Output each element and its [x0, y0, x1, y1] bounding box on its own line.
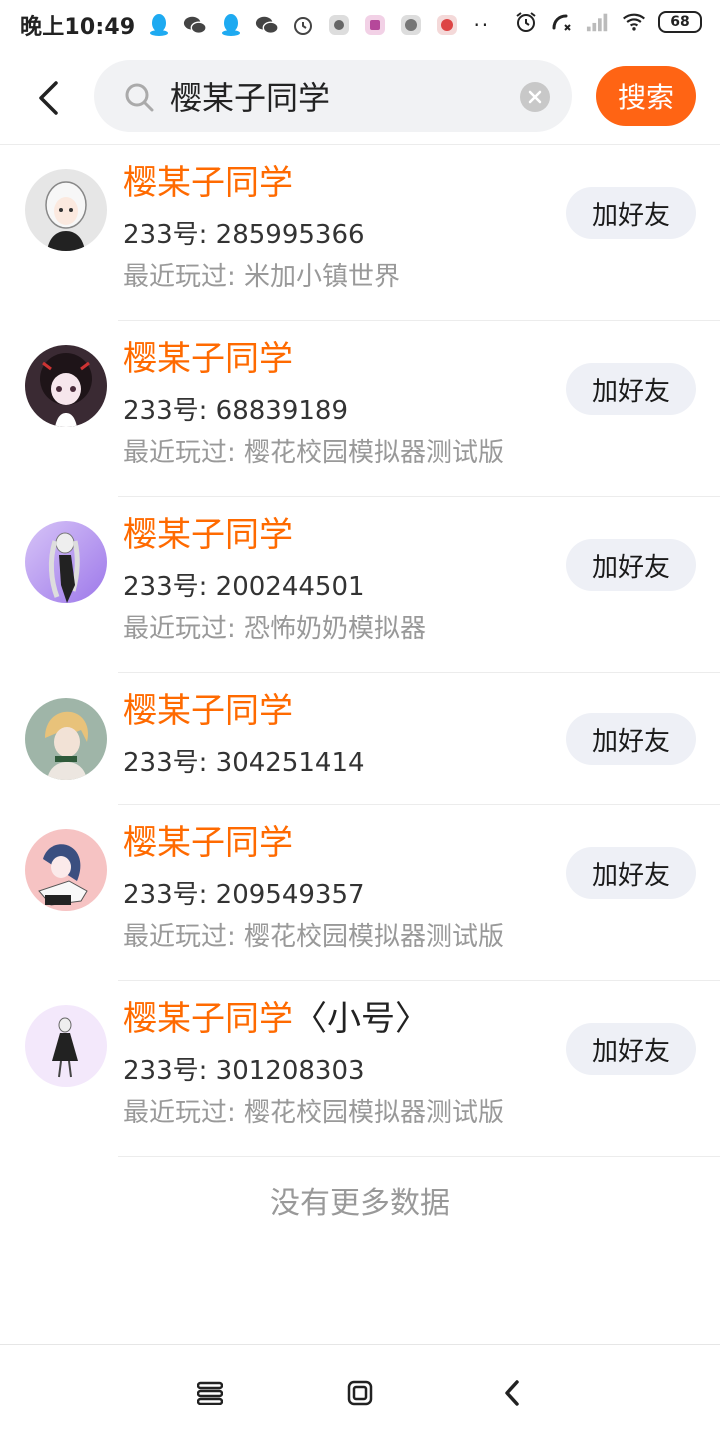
alarm-icon: [514, 10, 538, 34]
app-icon: [363, 13, 387, 37]
avatar[interactable]: [25, 169, 107, 251]
list-item[interactable]: 樱某子同学 233号: 68839189 最近玩过: 樱花校园模拟器测试版 加好…: [0, 321, 720, 497]
status-time: 晚上10:49: [20, 15, 136, 40]
user-name: 樱某子同学: [123, 689, 293, 733]
clear-search-button[interactable]: [520, 82, 550, 112]
wechat-icon: [255, 13, 280, 37]
search-icon: [125, 83, 154, 112]
wechat-icon: [183, 13, 208, 37]
user-name-match: 樱某子同学: [123, 823, 293, 863]
list-item[interactable]: 樱某子同学 233号: 209549357 最近玩过: 樱花校园模拟器测试版 加…: [0, 805, 720, 981]
user-name-suffix: 〈小号〉: [293, 999, 429, 1039]
user-name-match: 樱某子同学: [123, 515, 293, 555]
qq-icon: [219, 13, 243, 37]
add-friend-button[interactable]: 加好友: [566, 713, 696, 765]
user-name-match: 樱某子同学: [123, 339, 293, 379]
back-arrow-icon: [39, 81, 58, 115]
user-name-match: 樱某子同学: [123, 163, 293, 203]
avatar[interactable]: [25, 521, 107, 603]
recently-played: 最近玩过: 恐怖奶奶模拟器: [123, 614, 427, 644]
menu-icon: [197, 1381, 223, 1405]
avatar[interactable]: [25, 345, 107, 427]
more-notifications-dots: ··: [473, 13, 491, 37]
app-icon: [435, 13, 459, 37]
search-box[interactable]: [94, 60, 572, 132]
add-friend-button[interactable]: 加好友: [566, 363, 696, 415]
list-item[interactable]: 樱某子同学〈小号〉 233号: 301208303 最近玩过: 樱花校园模拟器测…: [0, 981, 720, 1157]
user-name: 樱某子同学〈小号〉: [123, 997, 429, 1041]
recently-played: 最近玩过: 樱花校园模拟器测试版: [123, 1098, 505, 1128]
list-item[interactable]: 樱某子同学 233号: 304251414 加好友: [0, 673, 720, 805]
qq-icon: [147, 13, 171, 37]
user-id: 233号: 200244501: [123, 572, 365, 602]
system-nav-bar: [0, 1345, 720, 1440]
add-friend-button[interactable]: 加好友: [566, 847, 696, 899]
recently-played: 最近玩过: 樱花校园模拟器测试版: [123, 922, 505, 952]
app-icon: [399, 13, 423, 37]
add-friend-button[interactable]: 加好友: [566, 1023, 696, 1075]
user-name: 樱某子同学: [123, 161, 293, 205]
back-chevron-icon: [505, 1380, 519, 1406]
avatar[interactable]: [25, 1005, 107, 1087]
user-name-match: 樱某子同学: [123, 999, 293, 1039]
battery-indicator: 68: [658, 11, 702, 33]
app-icon: [327, 13, 351, 37]
recently-played: 最近玩过: 樱花校园模拟器测试版: [123, 438, 505, 468]
user-id: 233号: 304251414: [123, 748, 365, 778]
user-name-match: 樱某子同学: [123, 691, 293, 731]
home-square-icon: [347, 1380, 373, 1406]
user-id: 233号: 68839189: [123, 396, 348, 426]
search-results-screen: 晚上10:49 ·· 68 樱某子同学 搜索 樱某子同学 233号: 28599…: [0, 0, 720, 1440]
add-friend-button[interactable]: 加好友: [566, 539, 696, 591]
user-name: 樱某子同学: [123, 513, 293, 557]
search-header: 搜索: [0, 56, 720, 144]
notification-icons: [147, 13, 459, 37]
status-bar: 晚上10:49 ·· 68: [0, 0, 720, 50]
recently-played: 最近玩过: 米加小镇世界: [123, 262, 401, 292]
user-id: 233号: 209549357: [123, 880, 365, 910]
search-button[interactable]: 搜索: [596, 66, 696, 126]
search-input[interactable]: [170, 70, 510, 122]
close-icon: [528, 90, 542, 104]
list-item[interactable]: 樱某子同学 233号: 200244501 最近玩过: 恐怖奶奶模拟器 加好友: [0, 497, 720, 673]
row-divider: [118, 1156, 720, 1157]
add-friend-button[interactable]: 加好友: [566, 187, 696, 239]
result-list: 樱某子同学 233号: 285995366 最近玩过: 米加小镇世界 加好友 樱…: [0, 145, 720, 1157]
recent-apps-button[interactable]: [190, 1375, 230, 1411]
home-button[interactable]: [340, 1375, 380, 1411]
signal-icon: [586, 10, 610, 34]
avatar[interactable]: [25, 698, 107, 780]
user-id: 233号: 285995366: [123, 220, 365, 250]
call-missed-icon: [550, 10, 574, 34]
wifi-icon: [622, 10, 646, 34]
user-id: 233号: 301208303: [123, 1056, 365, 1086]
list-item[interactable]: 樱某子同学 233号: 285995366 最近玩过: 米加小镇世界 加好友: [0, 145, 720, 321]
system-status-icons: 68: [514, 10, 702, 34]
avatar[interactable]: [25, 829, 107, 911]
alarm-icon: [291, 13, 315, 37]
user-name: 樱某子同学: [123, 337, 293, 381]
user-name: 樱某子同学: [123, 821, 293, 865]
back-button[interactable]: [28, 74, 68, 122]
nav-back-button[interactable]: [492, 1375, 532, 1411]
no-more-data-text: 没有更多数据: [270, 1186, 450, 1221]
